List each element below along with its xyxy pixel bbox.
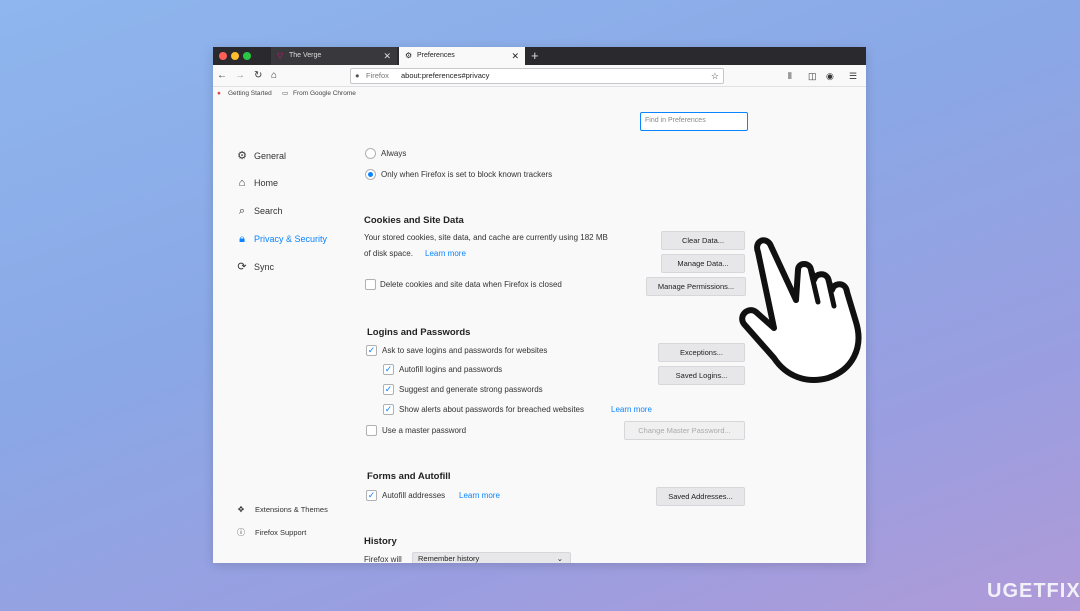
url-text: about:preferences#privacy — [401, 71, 490, 80]
ugetfix-logo: UGETFIX — [987, 580, 1080, 602]
link-label: Extensions & Themes — [255, 505, 328, 514]
cookies-usage-text-2: of disk space. — [364, 249, 413, 258]
breach-alerts-label: Show alerts about passwords for breached… — [399, 405, 584, 414]
sidebar-toggle-icon[interactable]: ◫ — [808, 68, 817, 84]
folder-icon: ▭ — [282, 90, 289, 97]
maximize-window-button[interactable] — [243, 52, 251, 60]
sidebar-item-label: General — [254, 151, 287, 161]
bookmark-star-icon[interactable]: ☆ — [711, 69, 719, 83]
home-icon: ⌂ — [238, 177, 246, 189]
suggest-passwords-checkbox[interactable]: ✓ — [383, 384, 394, 395]
sidebar-item-label: Privacy & Security — [254, 234, 328, 244]
sync-icon: ⟳ — [237, 261, 247, 273]
bookmark-from-google-chrome[interactable]: From Google Chrome — [293, 88, 356, 99]
logins-learn-more-link[interactable]: Learn more — [611, 404, 652, 415]
cookies-learn-more-link[interactable]: Learn more — [425, 248, 466, 259]
cookies-usage-text: Your stored cookies, site data, and cach… — [364, 233, 608, 242]
new-tab-icon[interactable]: + — [531, 47, 539, 64]
verge-icon: ▽ — [277, 51, 284, 60]
always-radio[interactable] — [365, 148, 376, 159]
saved-addresses-button[interactable]: Saved Addresses... — [656, 487, 745, 506]
home-icon[interactable]: ⌂ — [271, 68, 277, 84]
delete-cookies-label: Delete cookies and site data when Firefo… — [380, 280, 562, 289]
close-tab-icon[interactable]: ✕ — [511, 47, 519, 65]
puzzle-icon: ✥ — [237, 505, 245, 514]
ask-save-logins-label: Ask to save logins and passwords for web… — [382, 346, 548, 355]
bookmark-getting-started[interactable]: Getting Started — [228, 88, 272, 99]
gear-icon: ⚙ — [237, 150, 247, 162]
breach-alerts-checkbox[interactable]: ✓ — [383, 404, 394, 415]
library-icon[interactable]: ⫴ — [788, 68, 792, 84]
master-password-label: Use a master password — [382, 426, 467, 435]
history-section-title: History — [364, 536, 397, 547]
change-master-password-button[interactable]: Change Master Password... — [624, 421, 745, 440]
autofill-logins-checkbox[interactable]: ✓ — [383, 364, 394, 375]
close-window-button[interactable] — [219, 52, 227, 60]
reload-icon[interactable]: ↻ — [254, 68, 262, 84]
url-identity-label: Firefox — [366, 71, 389, 80]
pointing-hand-icon — [739, 237, 862, 383]
saved-logins-button[interactable]: Saved Logins... — [658, 366, 745, 385]
manage-permissions-button[interactable]: Manage Permissions... — [646, 277, 746, 296]
autofill-addresses-label: Autofill addresses — [382, 491, 446, 500]
cookies-section-title: Cookies and Site Data — [364, 215, 464, 226]
autofill-logins-label: Autofill logins and passwords — [399, 365, 503, 374]
sidebar-item-label: Sync — [254, 262, 275, 272]
history-mode-value: Remember history — [418, 554, 480, 563]
close-tab-icon[interactable]: ✕ — [383, 47, 391, 65]
sidebar-item-label: Search — [254, 206, 283, 216]
forms-section-title: Forms and Autofill — [367, 471, 451, 482]
forward-icon[interactable]: → — [235, 68, 245, 84]
manage-data-button[interactable]: Manage Data... — [661, 254, 745, 273]
link-label: Firefox Support — [255, 528, 307, 537]
tab-label: The Verge — [289, 52, 322, 59]
tab-preferences[interactable]: ⚙ Preferences ✕ — [399, 47, 525, 65]
tab-label: Preferences — [417, 52, 455, 59]
always-label: Always — [381, 149, 407, 158]
suggest-passwords-label: Suggest and generate strong passwords — [399, 385, 543, 394]
clear-data-button[interactable]: Clear Data... — [661, 231, 745, 250]
exceptions-button[interactable]: Exceptions... — [658, 343, 745, 362]
forms-learn-more-link[interactable]: Learn more — [459, 490, 500, 501]
master-password-checkbox[interactable] — [366, 425, 377, 436]
tab-the-verge[interactable]: ▽ The Verge ✕ — [271, 47, 397, 65]
search-input[interactable]: Find in Preferences — [640, 112, 748, 131]
navigation-bar: ← → ↻ ⌂ ● Firefox about:preferences#priv… — [213, 65, 866, 87]
firefox-icon: ● — [355, 71, 360, 80]
bookmarks-bar: ● Getting Started ▭ From Google Chrome — [213, 88, 866, 100]
only-when-label: Only when Firefox is set to block known … — [381, 170, 553, 179]
sidebar-item-label: Home — [254, 178, 279, 188]
autofill-addresses-checkbox[interactable]: ✓ — [366, 490, 377, 501]
url-bar[interactable]: ● Firefox about:preferences#privacy ☆ — [350, 68, 724, 84]
minimize-window-button[interactable] — [231, 52, 239, 60]
firefox-will-label: Firefox will — [364, 555, 402, 563]
lock-icon: 🔒︎ — [239, 233, 245, 245]
delete-cookies-checkbox[interactable] — [365, 279, 376, 290]
ask-save-logins-checkbox[interactable]: ✓ — [366, 345, 377, 356]
tab-bar: ▽ The Verge ✕ ⚙ Preferences ✕ + — [213, 47, 866, 65]
chrome-icon: ● — [217, 90, 221, 97]
search-icon: ⌕ — [238, 205, 246, 217]
account-icon[interactable]: ◉ — [826, 68, 834, 84]
chevron-down-icon: ⌄ — [556, 554, 563, 563]
only-when-radio[interactable] — [365, 169, 376, 180]
menu-icon[interactable]: ☰ — [849, 68, 857, 84]
help-icon: ⓘ — [237, 528, 245, 537]
history-mode-select[interactable]: Remember history ⌄ — [412, 552, 571, 563]
logins-section-title: Logins and Passwords — [367, 327, 471, 338]
gear-icon: ⚙ — [405, 51, 413, 60]
back-icon[interactable]: ← — [217, 68, 227, 84]
